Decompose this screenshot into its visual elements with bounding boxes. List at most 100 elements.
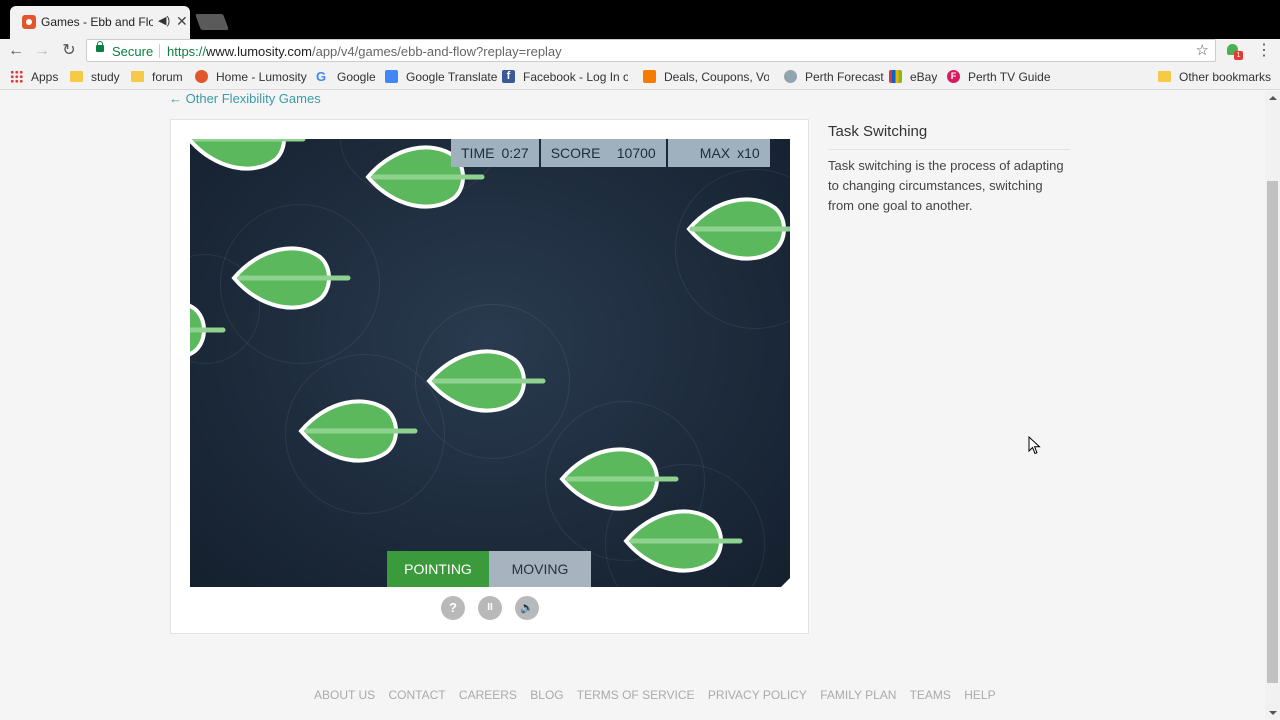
apps-grid-icon bbox=[10, 70, 23, 83]
lock-icon bbox=[96, 41, 104, 52]
leaf-icon[interactable] bbox=[425, 346, 550, 416]
lumosity-favicon-icon bbox=[22, 15, 36, 29]
tab-title: Games - Ebb and Flow bbox=[41, 15, 153, 29]
time-value: 0:27 bbox=[501, 145, 529, 161]
footer-link-terms[interactable]: TERMS OF SERVICE bbox=[577, 688, 695, 702]
bookmark-label: Perth TV Guide bbox=[968, 70, 1051, 84]
scroll-thumb[interactable] bbox=[1267, 181, 1278, 683]
bookmark-label: Other bookmarks bbox=[1179, 70, 1272, 84]
footer-link-family-plan[interactable]: FAMILY PLAN bbox=[820, 688, 896, 702]
leaf-icon[interactable] bbox=[297, 396, 422, 466]
score-label: SCORE bbox=[550, 145, 601, 161]
tab-strip: Games - Ebb and Flow ◀) ✕ bbox=[0, 0, 1280, 39]
bookmark-label: Google Translate bbox=[406, 70, 498, 84]
footer-link-teams[interactable]: TEAMS bbox=[910, 688, 951, 702]
footer-link-careers[interactable]: CAREERS bbox=[459, 688, 517, 702]
skill-title: Task Switching bbox=[828, 123, 1070, 150]
leaf-icon[interactable] bbox=[190, 139, 310, 174]
omnibox-divider bbox=[159, 44, 160, 58]
leaf-icon[interactable] bbox=[558, 444, 683, 514]
other-flexibility-games-link[interactable]: ← Other Flexibility Games bbox=[169, 91, 321, 106]
translate-icon bbox=[385, 70, 398, 83]
score-readout: SCORE 10700 bbox=[540, 139, 666, 167]
corner-decoration bbox=[781, 578, 790, 587]
game-info-panel: Task Switching Task switching is the pro… bbox=[828, 123, 1070, 216]
bookmark-apps[interactable]: Apps bbox=[10, 69, 62, 85]
bookmark-label: eBay bbox=[910, 70, 938, 84]
bookmark-home-lumosity[interactable]: Home - Lumosity bbox=[195, 69, 307, 85]
chrome-menu-icon[interactable]: ⋮ bbox=[1256, 41, 1272, 61]
reload-icon[interactable]: ↻ bbox=[59, 41, 79, 61]
score-value: 10700 bbox=[616, 145, 656, 161]
bookmark-google[interactable]: G Google bbox=[316, 69, 378, 85]
folder-icon bbox=[1158, 71, 1171, 82]
back-arrow-icon[interactable]: ← bbox=[6, 41, 26, 61]
help-icon[interactable]: ? bbox=[441, 596, 465, 620]
footer-link-contact[interactable]: CONTACT bbox=[388, 688, 445, 702]
secure-label: Secure bbox=[112, 44, 154, 59]
bookmark-study[interactable]: study bbox=[70, 69, 126, 85]
multiplier-readout: MAX x10 bbox=[667, 139, 770, 167]
leaf-icon[interactable] bbox=[230, 243, 355, 313]
folder-icon bbox=[70, 71, 83, 82]
bookmark-label: Deals, Coupons, Vouc bbox=[664, 70, 769, 84]
url-scheme: https:// bbox=[167, 44, 207, 59]
game-hud: TIME 0:27 SCORE 10700 MAX x10 bbox=[451, 139, 772, 167]
url-text[interactable]: https://www.lumosity.com/app/v4/games/eb… bbox=[167, 44, 562, 59]
footer-link-blog[interactable]: BLOG bbox=[530, 688, 563, 702]
footer-link-help[interactable]: HELP bbox=[964, 688, 995, 702]
weather-icon bbox=[784, 70, 797, 83]
bookmark-facebook[interactable]: f Facebook - Log In or bbox=[502, 69, 628, 85]
max-value: x10 bbox=[737, 145, 760, 161]
bookmark-other[interactable]: Other bookmarks bbox=[1158, 69, 1272, 85]
footer-link-about-us[interactable]: ABOUT US bbox=[314, 688, 375, 702]
game-card: TIME 0:27 SCORE 10700 MAX x10 POINTING MOVI… bbox=[170, 119, 809, 634]
bookmark-label: forum bbox=[152, 70, 183, 84]
bookmark-forum[interactable]: forum bbox=[131, 69, 187, 85]
mode-moving: MOVING bbox=[489, 551, 591, 587]
page-scrollbar[interactable] bbox=[1265, 91, 1280, 720]
mode-pointing: POINTING bbox=[387, 551, 489, 587]
address-bar[interactable]: Secure https://www.lumosity.com/app/v4/g… bbox=[86, 39, 1216, 62]
scroll-up-arrow-icon[interactable] bbox=[1269, 96, 1277, 100]
leaf-icon[interactable] bbox=[622, 506, 747, 576]
leaf-icon[interactable] bbox=[685, 194, 790, 264]
bookmark-label: Perth Forecast bbox=[805, 70, 884, 84]
bookmark-label: Apps bbox=[31, 70, 59, 84]
bookmark-ebay[interactable]: eBay bbox=[889, 69, 939, 85]
bookmark-deals[interactable]: Deals, Coupons, Vouc bbox=[643, 69, 771, 85]
footer-link-privacy[interactable]: PRIVACY POLICY bbox=[708, 688, 807, 702]
facebook-icon: f bbox=[502, 70, 515, 83]
mode-indicator: POINTING MOVING bbox=[387, 551, 591, 587]
ebay-icon bbox=[889, 70, 902, 83]
close-icon[interactable]: ✕ bbox=[176, 13, 188, 29]
new-tab-button[interactable] bbox=[195, 14, 229, 30]
url-host: www.lumosity.com bbox=[206, 44, 312, 59]
bookmark-perth-forecast[interactable]: Perth Forecast bbox=[784, 69, 884, 85]
bookmark-label: Google bbox=[337, 70, 376, 84]
browser-tab[interactable]: Games - Ebb and Flow ◀) ✕ bbox=[10, 6, 190, 39]
browser-toolbar: ← → ↻ Secure https://www.lumosity.com/ap… bbox=[0, 39, 1280, 64]
bookmark-perth-tv-guide[interactable]: F Perth TV Guide bbox=[947, 69, 1051, 85]
speaker-icon[interactable]: ◀) bbox=[158, 14, 170, 27]
leaf-icon[interactable] bbox=[190, 295, 230, 365]
game-canvas[interactable]: TIME 0:27 SCORE 10700 MAX x10 POINTING MOVI… bbox=[190, 139, 790, 587]
ozbargain-icon bbox=[643, 70, 656, 83]
folder-icon bbox=[131, 71, 144, 82]
tv-guide-icon: F bbox=[947, 70, 960, 83]
max-label: MAX bbox=[699, 145, 731, 161]
sound-icon[interactable]: 🔊 bbox=[515, 596, 539, 620]
pause-icon[interactable]: II bbox=[478, 596, 502, 620]
lumosity-icon bbox=[195, 70, 208, 83]
google-icon: G bbox=[316, 69, 327, 84]
extension-icon[interactable]: 1 bbox=[1226, 43, 1243, 60]
mouse-cursor-icon bbox=[1028, 436, 1041, 455]
bookmark-label: study bbox=[91, 70, 120, 84]
bookmark-google-translate[interactable]: Google Translate bbox=[385, 69, 498, 85]
bookmark-star-icon[interactable]: ☆ bbox=[1196, 41, 1209, 59]
scroll-down-arrow-icon[interactable] bbox=[1269, 711, 1277, 715]
time-readout: TIME 0:27 bbox=[451, 139, 539, 167]
forward-arrow-icon[interactable]: → bbox=[32, 41, 52, 61]
extension-badge: 1 bbox=[1234, 51, 1243, 60]
bookmark-label: Home - Lumosity bbox=[216, 70, 307, 84]
